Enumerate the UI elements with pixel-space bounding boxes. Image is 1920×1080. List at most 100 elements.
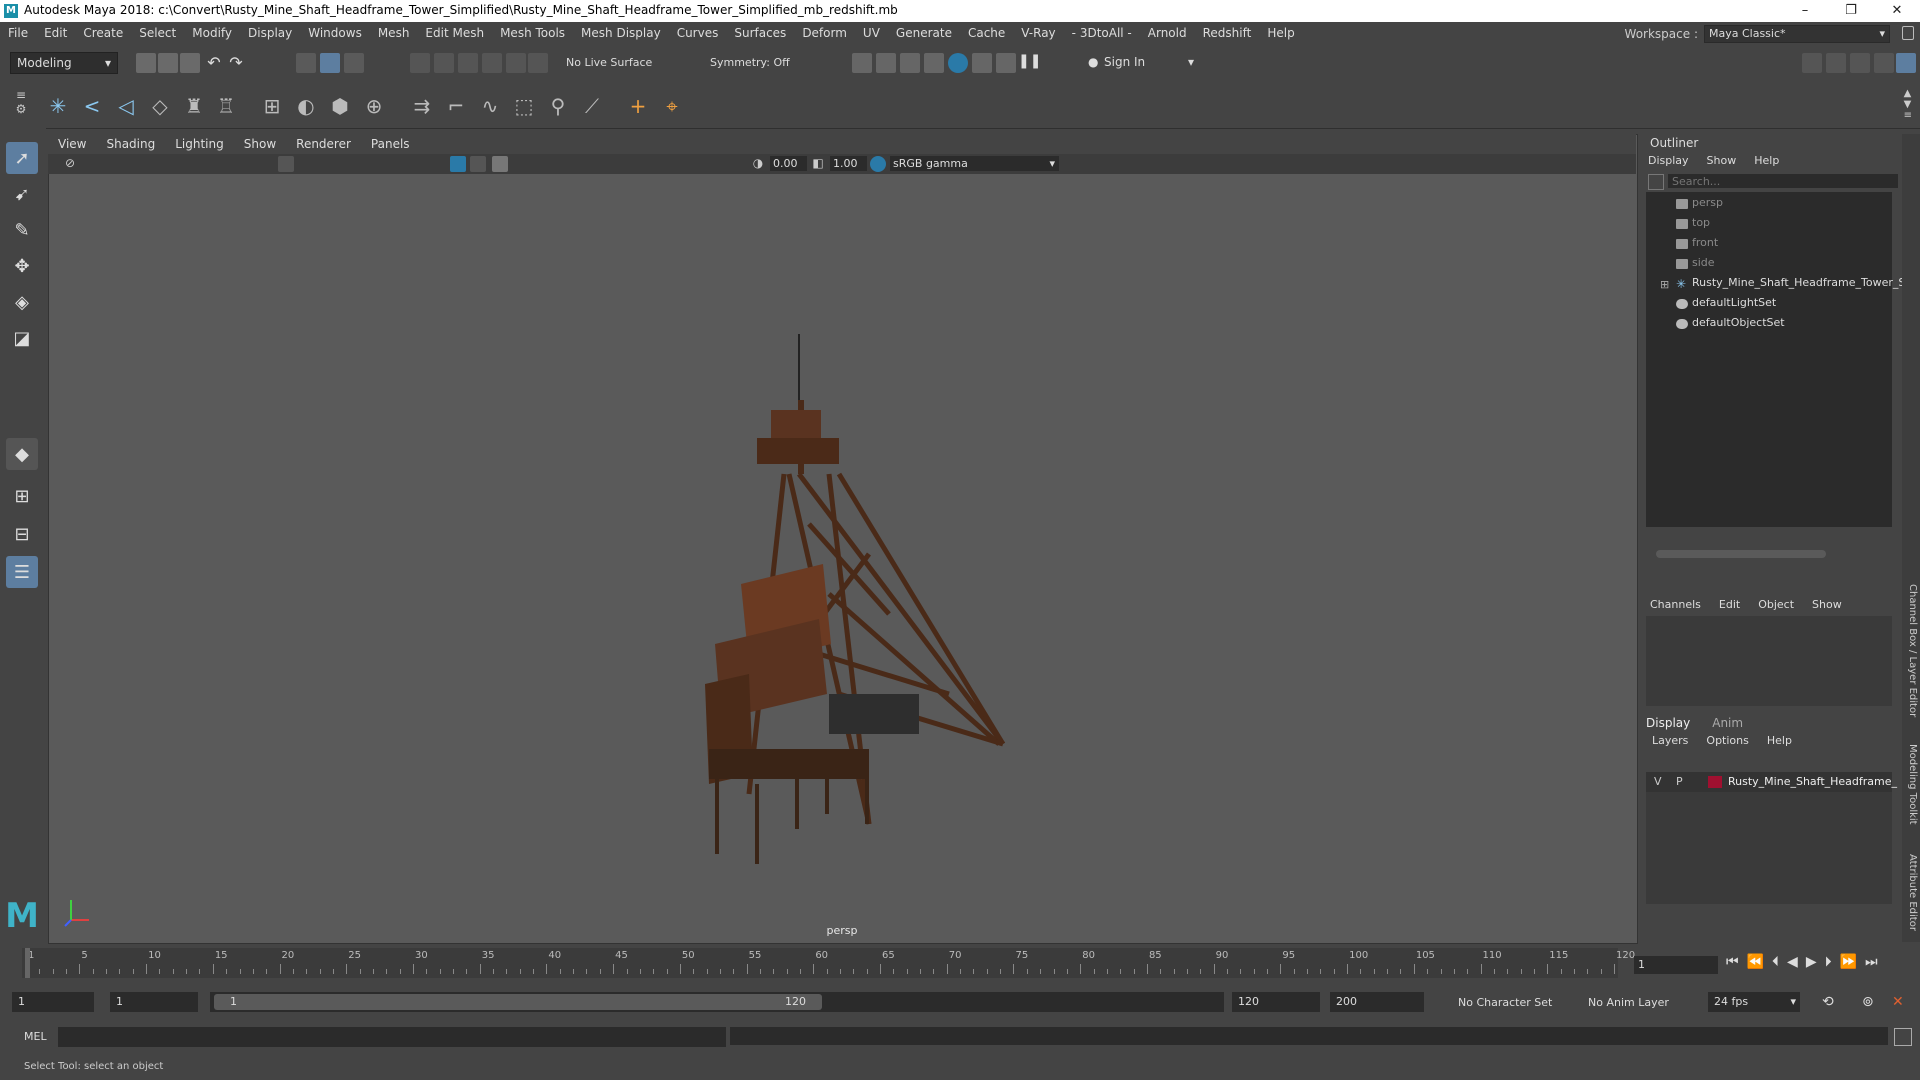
menu-v-ray[interactable]: V-Ray [1013,26,1063,40]
outliner-item[interactable]: front [1692,236,1718,249]
textured-icon[interactable] [470,156,486,172]
undo-icon[interactable]: ↶ [204,53,224,73]
layout-outliner-icon[interactable]: ☰ [6,556,38,588]
panel-menu-show[interactable]: Show [234,137,286,151]
viewport-3d[interactable]: persp [49,174,1635,941]
outliner-item[interactable]: Rusty_Mine_Shaft_Headframe_Tower_Sir [1692,276,1913,289]
outliner-item[interactable]: defaultLightSet [1692,296,1776,309]
shelf-settings-icon[interactable]: ≡ ⚙ [14,88,28,122]
lock-icon[interactable] [1902,26,1914,40]
shelf-tool-icon[interactable]: ⌐ [446,94,466,118]
channel-menu-show[interactable]: Show [1812,598,1842,611]
layer-name[interactable]: Rusty_Mine_Shaft_Headframe_ [1728,775,1897,788]
range-bar[interactable]: 1 120 [210,992,1224,1012]
panel-menu-lighting[interactable]: Lighting [165,137,234,151]
channel-box-toggle-icon[interactable] [1874,53,1894,73]
outliner-menu-show[interactable]: Show [1707,154,1737,167]
menu-generate[interactable]: Generate [888,26,960,40]
xray-icon[interactable] [492,156,508,172]
layer-menu-options[interactable]: Options [1706,734,1748,747]
layer-menu-layers[interactable]: Layers [1652,734,1688,747]
render-view-icon[interactable] [972,53,992,73]
end-time-field[interactable]: 120 [1232,992,1320,1012]
gamma-icon[interactable]: ◧ [810,156,826,172]
shelf-tool-icon[interactable]: ✳ [48,94,68,118]
layer-color-swatch[interactable] [1708,776,1722,788]
select-by-component-icon[interactable] [344,53,364,73]
panel-menu-panels[interactable]: Panels [361,137,420,151]
tab-anim[interactable]: Anim [1712,716,1743,730]
go-to-start-icon[interactable]: ⏮ [1726,954,1739,970]
minimize-button[interactable]: – [1782,0,1828,22]
outliner-item[interactable]: persp [1692,196,1723,209]
current-frame-marker[interactable] [25,948,30,978]
menu-select[interactable]: Select [131,26,184,40]
redo-icon[interactable]: ↷ [226,53,246,73]
modeling-toolkit-toggle-icon[interactable] [1802,53,1822,73]
shelf-tool-icon[interactable]: ⌖ [662,94,682,118]
current-frame-field[interactable]: 1 [1634,956,1718,974]
outliner-scrollbar[interactable] [1656,550,1826,558]
layout-two-icon[interactable]: ⊟ [6,518,38,550]
snap-view-plane-icon[interactable] [482,53,502,73]
expand-icon[interactable]: ⊞ [1660,278,1669,291]
tab-channel-box-layer-editor[interactable]: Channel Box / Layer Editor [1904,584,1918,717]
time-slider-track[interactable]: 1 5 10 15 20 25 30 35 40 45 50 55 60 65 70 75 80 85 90 95 10… [22,948,1635,978]
step-back-icon[interactable]: ⏪ [1747,954,1764,970]
snap-curve-icon[interactable] [434,53,454,73]
menu-help[interactable]: Help [1259,26,1302,40]
color-management-icon[interactable] [870,156,886,172]
menu-3dtoall[interactable]: - 3DtoAll - [1064,26,1140,40]
paint-select-tool-icon[interactable]: ✎ [6,214,38,246]
shelf-tool-icon[interactable]: + [628,94,648,118]
sign-in-button[interactable]: ● Sign In ▾ [1082,52,1200,72]
shelf-tool-icon[interactable]: ⬢ [330,94,350,118]
snap-grid-icon[interactable] [410,53,430,73]
menu-surfaces[interactable]: Surfaces [726,26,794,40]
shelf-tool-icon[interactable]: ⚲ [548,94,568,118]
maximize-button[interactable]: ❐ [1828,0,1874,22]
shelf-tool-icon[interactable]: ⊕ [364,94,384,118]
menu-uv[interactable]: UV [855,26,888,40]
outliner-filter-icon[interactable] [1648,174,1664,190]
fps-select[interactable]: 24 fps ▾ [1708,992,1800,1012]
gamma-field[interactable]: 1.00 [830,156,867,171]
menu-display[interactable]: Display [240,26,300,40]
layout-quad-icon[interactable]: ⊞ [6,480,38,512]
anim-end-field[interactable]: 200 [1330,992,1424,1012]
menu-arnold[interactable]: Arnold [1140,26,1195,40]
snap-pivot-icon[interactable] [528,53,548,73]
channel-menu-object[interactable]: Object [1758,598,1794,611]
tool-settings-toggle-icon[interactable] [1850,53,1870,73]
scale-tool-icon[interactable]: ◪ [6,322,38,354]
anim-start-field[interactable]: 1 [110,992,198,1012]
layer-row[interactable]: V P Rusty_Mine_Shaft_Headframe_ [1646,772,1897,792]
channel-menu-edit[interactable]: Edit [1719,598,1740,611]
render-settings-icon[interactable] [924,53,944,73]
panel-menu-view[interactable]: View [48,137,96,151]
close-button[interactable]: ✕ [1874,0,1920,22]
menu-redshift[interactable]: Redshift [1195,26,1260,40]
select-by-hierarchy-icon[interactable] [296,53,316,73]
wireframe-icon[interactable] [278,156,294,172]
time-slider[interactable]: 1 5 10 15 20 25 30 35 40 45 50 55 60 65 70 75 80 85 90 95 10… [0,948,1920,984]
outliner-item[interactable]: side [1692,256,1715,269]
menu-curves[interactable]: Curves [669,26,727,40]
outliner-toggle-icon[interactable] [1896,53,1916,73]
panel-menu-shading[interactable]: Shading [96,137,165,151]
shelf-tool-icon[interactable]: ♜ [184,94,204,118]
menu-edit[interactable]: Edit [36,26,75,40]
save-scene-icon[interactable] [180,53,200,73]
menu-mesh[interactable]: Mesh [370,26,418,40]
menu-edit-mesh[interactable]: Edit Mesh [417,26,492,40]
shelf-tool-icon[interactable]: ⊞ [262,94,282,118]
menu-mesh-display[interactable]: Mesh Display [573,26,669,40]
step-back-key-icon[interactable]: ⏴ [1772,954,1779,970]
layer-visibility-toggle[interactable]: V [1654,775,1662,788]
play-backward-icon[interactable]: ◀ [1787,954,1798,970]
tab-display[interactable]: Display [1646,716,1690,730]
preferences-icon[interactable]: ✕ [1892,994,1904,1010]
smooth-shade-icon[interactable] [450,156,466,172]
menu-file[interactable]: File [0,26,36,40]
play-forward-icon[interactable]: ▶ [1806,954,1817,970]
